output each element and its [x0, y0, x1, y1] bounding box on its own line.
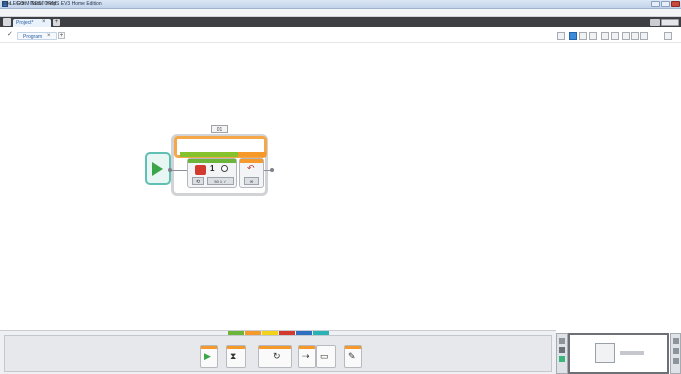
download-run-icon[interactable] — [673, 348, 679, 354]
motor-icon — [195, 165, 206, 175]
select-tool-button[interactable] — [569, 32, 577, 40]
tab-program[interactable]: Program × — [17, 32, 57, 40]
download-icon[interactable] — [673, 338, 679, 344]
run-selected-icon[interactable] — [673, 358, 679, 364]
palette-block-strip — [345, 346, 361, 349]
frame-icon: ▭ — [320, 351, 329, 361]
project-properties-button[interactable] — [661, 19, 679, 26]
palette-block-strip — [259, 346, 291, 349]
close-window-button[interactable] — [671, 1, 680, 7]
palette-block-loop-interrupt[interactable]: ✎ — [344, 345, 362, 368]
title-bar — [0, 0, 681, 9]
sequence-wire — [171, 170, 187, 171]
loop-sequence-bar-end — [238, 152, 266, 157]
loop-name-label[interactable]: 01 — [211, 125, 228, 133]
undo-button[interactable] — [601, 32, 609, 40]
zoom-reset-button[interactable] — [640, 32, 648, 40]
available-bricks-icon[interactable] — [559, 356, 565, 362]
sequence-plug[interactable] — [168, 168, 172, 172]
loop-sequence-bar — [180, 152, 238, 157]
menu-tools[interactable]: Tools — [31, 1, 43, 7]
switch-icon: ⇢ — [302, 351, 310, 361]
program-tab-label: Program — [23, 34, 43, 40]
palette-block-strip — [299, 346, 315, 349]
brick-info-icon[interactable] — [559, 338, 565, 344]
motor-parameters[interactable]: 50 1 ✓ — [207, 177, 234, 185]
brick-icon — [595, 343, 615, 363]
tab-project[interactable]: Project* × — [13, 19, 51, 27]
hardware-page-tabs — [556, 333, 568, 374]
project-tab-label: Project* — [16, 20, 34, 26]
collapse-button[interactable] — [664, 32, 672, 40]
palette-block-start[interactable]: ▶ — [200, 345, 218, 368]
loop-arrow-icon: ↶ — [247, 163, 255, 173]
motor-mode-selector[interactable]: ⟲ — [192, 177, 204, 185]
menu-help[interactable]: Help — [46, 1, 56, 7]
port-view-icon[interactable] — [559, 347, 565, 353]
lobby-home-tab[interactable] — [3, 18, 11, 26]
play-icon: ▶ — [204, 351, 211, 361]
palette-block-strip — [201, 346, 217, 349]
loop-count-selector[interactable]: ∞ — [244, 177, 259, 185]
play-icon[interactable] — [152, 162, 163, 176]
project-tab-close-icon[interactable]: × — [42, 19, 46, 25]
content-editor-toggle[interactable] — [650, 19, 660, 26]
palette-block-strip — [227, 346, 245, 349]
maximize-button[interactable] — [661, 1, 670, 7]
palette-block-wait[interactable]: ⧗ — [226, 345, 246, 368]
menu-edit[interactable]: Edit — [17, 1, 26, 7]
minimize-button[interactable] — [651, 1, 660, 7]
hourglass-icon: ⧗ — [230, 351, 237, 361]
motor-power-icon: 1 — [210, 164, 215, 173]
wrench-icon[interactable]: ✓ — [7, 31, 14, 38]
redo-button[interactable] — [611, 32, 619, 40]
programming-canvas[interactable] — [0, 44, 681, 330]
zoom-in-button[interactable] — [631, 32, 639, 40]
sequence-plug[interactable] — [270, 168, 274, 172]
palette-block-switch-frame[interactable]: ▭ — [316, 345, 336, 368]
hardware-page-panel — [568, 333, 669, 374]
program-tab-close-icon[interactable]: × — [47, 33, 51, 39]
comment-tool-button[interactable] — [557, 32, 565, 40]
timer-icon — [221, 165, 228, 172]
comment-button[interactable] — [589, 32, 597, 40]
large-motor-block[interactable]: ⟲ 1 50 1 ✓ — [187, 158, 237, 188]
palette-block-loop[interactable]: ↻ — [258, 345, 292, 368]
loop-end-block[interactable]: ↶ ∞ — [239, 158, 264, 188]
action-block-top — [188, 159, 236, 163]
pan-tool-button[interactable] — [579, 32, 587, 40]
hardware-page-controls — [670, 333, 681, 374]
add-program-button[interactable]: + — [58, 32, 65, 39]
menu-bar — [0, 9, 681, 17]
menu-file[interactable]: File — [3, 1, 11, 7]
interrupt-icon: ✎ — [348, 351, 356, 361]
loop-icon: ↻ — [273, 351, 281, 361]
palette-block-switch[interactable]: ⇢ — [298, 345, 316, 368]
port-icon — [620, 351, 644, 355]
project-tab-strip — [0, 17, 681, 27]
add-project-button[interactable]: + — [53, 19, 60, 26]
zoom-out-button[interactable] — [622, 32, 630, 40]
